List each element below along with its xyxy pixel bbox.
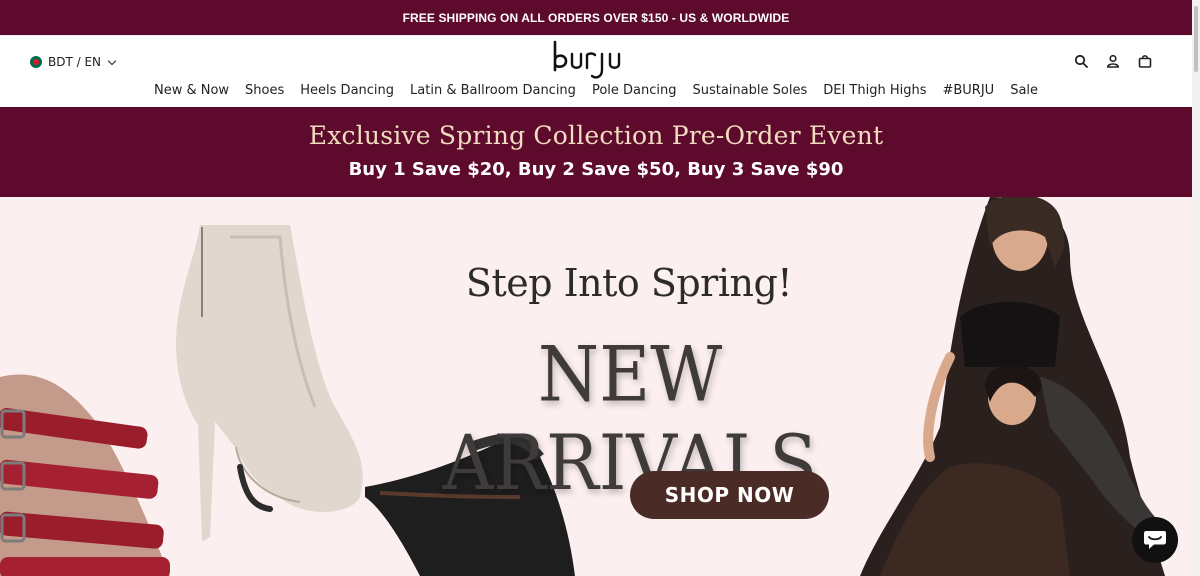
nav-item-heels-dancing[interactable]: Heels Dancing (300, 83, 394, 98)
nav-item-shoes[interactable]: Shoes (245, 83, 284, 98)
nav-item-dei-thigh-highs[interactable]: DEI Thigh Highs (823, 83, 926, 98)
scrollbar-thumb[interactable] (1194, 6, 1198, 72)
promo-subtitle: Buy 1 Save $20, Buy 2 Save $50, Buy 3 Sa… (348, 159, 844, 180)
hero-tagline: Step Into Spring! (465, 261, 793, 305)
nav-item-sale[interactable]: Sale (1010, 83, 1038, 98)
chat-bubble-icon (1144, 531, 1166, 549)
shop-now-button[interactable]: SHOP NOW (630, 471, 829, 519)
beige-mesh-boot-image (176, 225, 363, 542)
announcement-bar: FREE SHIPPING ON ALL ORDERS OVER $150 - … (0, 0, 1192, 35)
nav-item-new-now[interactable]: New & Now (154, 83, 229, 98)
red-strappy-heel-image (0, 374, 170, 576)
page-scrollbar[interactable] (1192, 0, 1200, 576)
currency-selector[interactable]: BDT / EN (30, 55, 117, 69)
hero-banner[interactable]: Step Into Spring! NEW ARRIVALS SHOP NOW (0, 197, 1192, 576)
chat-widget-button[interactable] (1132, 517, 1178, 563)
chevron-down-icon (107, 56, 117, 65)
promo-title: Exclusive Spring Collection Pre-Order Ev… (308, 121, 884, 150)
promo-banner[interactable]: Exclusive Spring Collection Pre-Order Ev… (0, 107, 1192, 197)
currency-label: BDT / EN (48, 55, 102, 69)
nav-item-latin-ballroom[interactable]: Latin & Ballroom Dancing (410, 83, 576, 98)
search-icon[interactable] (1074, 54, 1088, 68)
announcement-text: FREE SHIPPING ON ALL ORDERS OVER $150 - … (402, 10, 790, 25)
hero-title: NEW ARRIVALS (442, 330, 818, 508)
nav-item-burju-hashtag[interactable]: #BURJU (942, 83, 994, 98)
nav-item-sustainable-soles[interactable]: Sustainable Soles (692, 83, 807, 98)
account-icon[interactable] (1106, 54, 1120, 68)
nav-item-pole-dancing[interactable]: Pole Dancing (592, 83, 677, 98)
cart-icon[interactable] (1138, 54, 1152, 68)
header-actions (1074, 54, 1152, 68)
site-header: BDT / EN New & Now Shoes Heels Dancing L… (0, 35, 1192, 107)
main-navigation: New & Now Shoes Heels Dancing Latin & Ba… (0, 83, 1192, 98)
bangladesh-flag-icon (30, 56, 42, 68)
burju-logo[interactable] (552, 40, 644, 80)
